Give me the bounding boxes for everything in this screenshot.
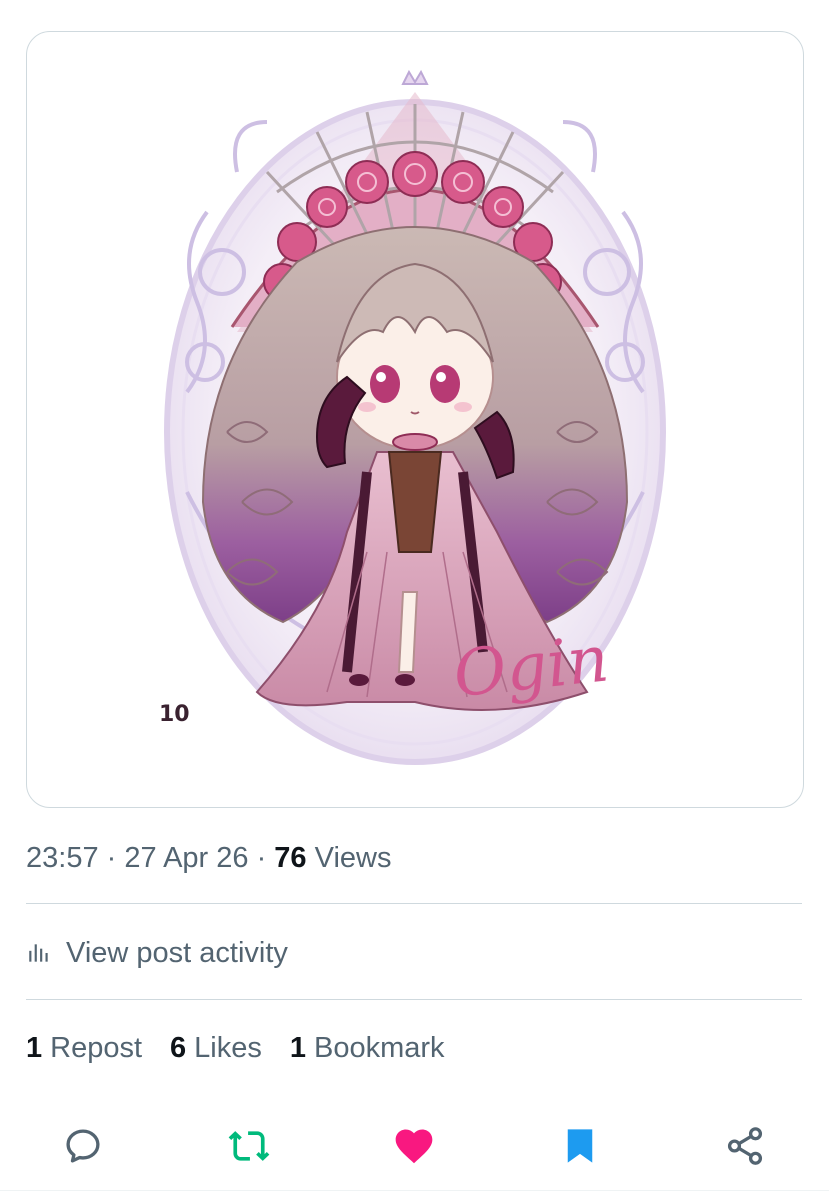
- post-date[interactable]: 27 Apr 26: [124, 842, 248, 874]
- reply-button[interactable]: [55, 1118, 111, 1174]
- bookmarks-count: 1: [289, 1032, 307, 1064]
- reposts-label: Repost: [50, 1032, 143, 1064]
- repost-button[interactable]: [221, 1118, 277, 1174]
- reply-icon: [66, 1129, 100, 1163]
- like-button[interactable]: [386, 1118, 442, 1174]
- post-media-card[interactable]: Ogin 10: [26, 31, 804, 808]
- meta-separator: ·: [248, 842, 275, 874]
- bookmark-icon: [567, 1129, 593, 1163]
- view-post-activity-label: View post activity: [66, 936, 288, 969]
- views-label: Views: [314, 842, 392, 874]
- divider: [26, 999, 802, 1000]
- repost-icon: [228, 1131, 270, 1161]
- artist-signature: Ogin: [450, 622, 612, 712]
- artwork-image[interactable]: Ogin: [27, 32, 803, 807]
- engagement-stats: 1 Repost 6 Likes 1 Bookmark: [26, 1030, 473, 1066]
- view-post-activity-button[interactable]: View post activity: [26, 933, 288, 973]
- bookmarks-label: Bookmark: [314, 1032, 445, 1064]
- likes-stat[interactable]: 6 Likes: [170, 1030, 262, 1066]
- bookmarks-stat[interactable]: 1 Bookmark: [290, 1030, 445, 1066]
- post-time[interactable]: 23:57: [26, 842, 99, 874]
- post-action-bar: [0, 1118, 829, 1174]
- divider: [26, 903, 802, 904]
- share-button[interactable]: [717, 1118, 773, 1174]
- views-count: 76: [274, 842, 307, 874]
- bookmark-button[interactable]: [552, 1118, 608, 1174]
- share-icon: [727, 1127, 763, 1165]
- artwork-number-mark: 10: [159, 702, 190, 727]
- bottom-divider: [0, 1190, 829, 1191]
- post-meta: 23:57 · 27 Apr 26 · 76 Views: [26, 840, 391, 876]
- meta-separator: ·: [98, 842, 125, 874]
- reposts-count: 1: [26, 1032, 43, 1064]
- reposts-stat[interactable]: 1 Repost: [26, 1030, 142, 1066]
- analytics-icon: [29, 944, 48, 962]
- heart-icon: [395, 1129, 433, 1164]
- likes-label: Likes: [194, 1032, 262, 1064]
- likes-count: 6: [170, 1032, 187, 1064]
